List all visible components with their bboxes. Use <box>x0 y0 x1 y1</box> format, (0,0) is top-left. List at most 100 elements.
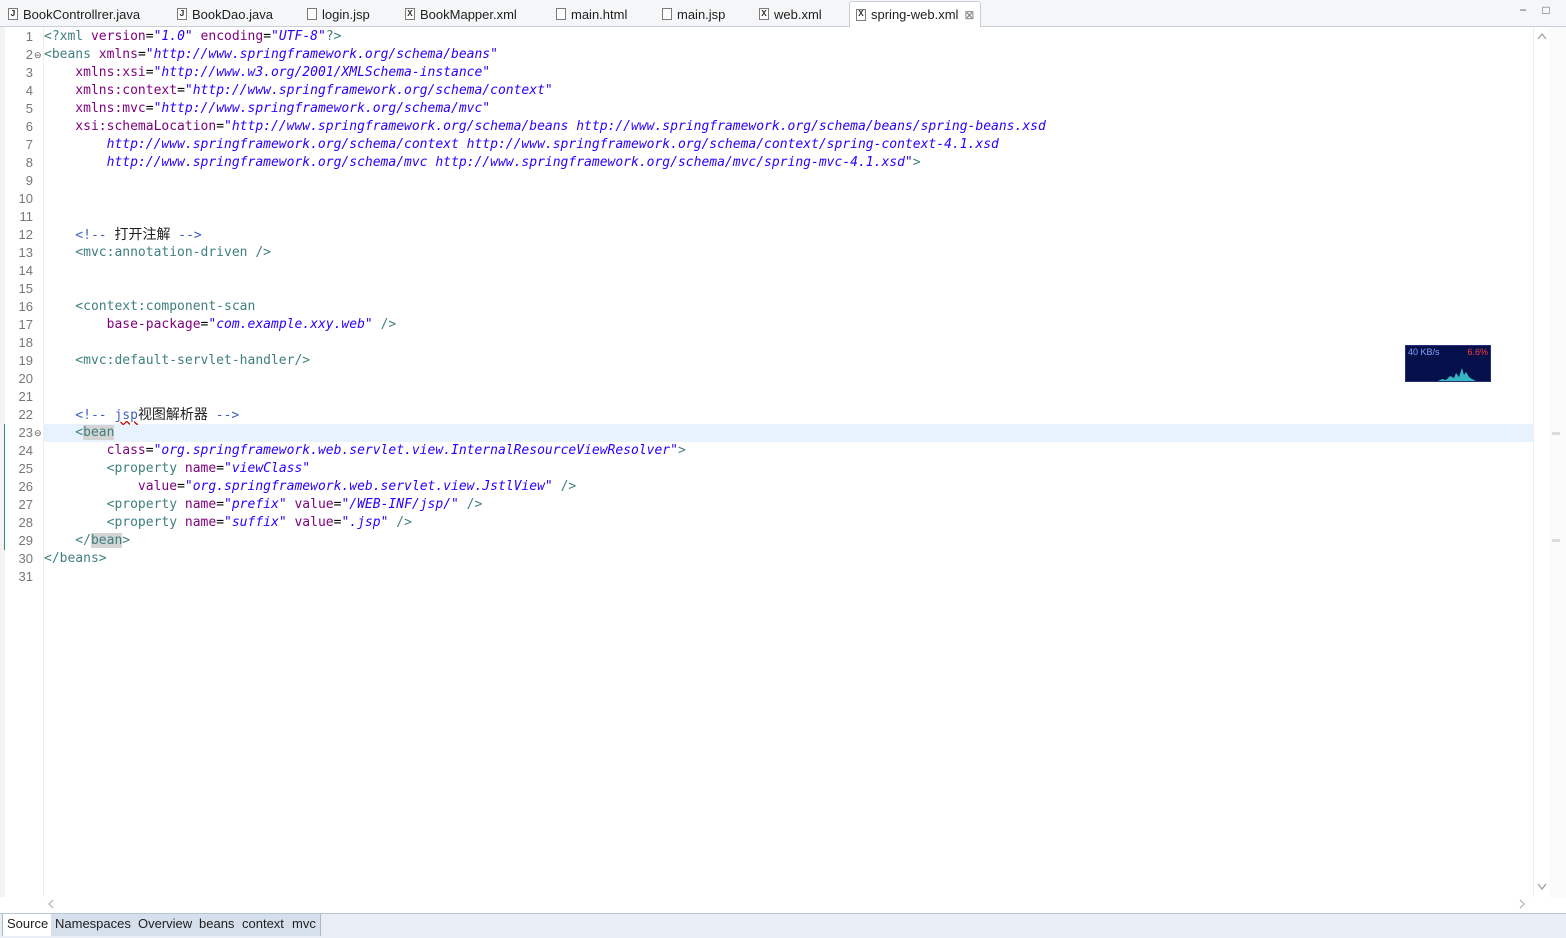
tab-bookcontrollrer-java[interactable]: J BookControllrer.java <box>8 2 140 26</box>
close-tab-icon[interactable]: ⊠ <box>964 8 974 22</box>
java-file-icon: J <box>8 8 18 20</box>
line-number: 22 <box>18 407 33 422</box>
line-number: 23 <box>18 425 33 440</box>
hscroll-arrows-icon <box>48 899 1525 909</box>
line-number: 15 <box>18 281 33 296</box>
code-line-27: <property name="prefix" value="/WEB-INF/… <box>44 497 483 512</box>
java-file-icon: J <box>177 8 187 20</box>
tab-mvc[interactable]: mvc <box>288 914 321 936</box>
line-number: 27 <box>18 497 33 512</box>
line-number: 7 <box>25 137 33 152</box>
code-line-24: class="org.springframework.web.servlet.v… <box>44 443 686 458</box>
line-number: 24 <box>18 443 33 458</box>
code-line-29: </bean> <box>44 533 131 548</box>
line-number: 29 <box>18 533 33 548</box>
tab-label: BookDao.java <box>192 6 273 22</box>
tab-label: spring-web.xml <box>871 7 959 22</box>
scroll-arrows-icon <box>1537 32 1547 891</box>
tab-web-xml[interactable]: X web.xml <box>759 2 822 26</box>
tab-main-jsp[interactable]: main.jsp <box>662 2 725 26</box>
network-monitor-widget[interactable]: 40 KB/s 6.6% <box>1405 345 1491 382</box>
tab-label: main.html <box>571 6 628 22</box>
line-number: 26 <box>18 479 33 494</box>
line-number: 5 <box>25 101 33 116</box>
code-line-26: value="org.springframework.web.servlet.v… <box>44 479 577 494</box>
tab-overview[interactable]: Overview <box>134 914 198 936</box>
code-line-22: <!-- jsp视图解析器 --> <box>44 407 240 423</box>
line-number: 18 <box>18 335 33 350</box>
minimize-icon[interactable]: − <box>1517 4 1529 16</box>
html-file-icon <box>556 8 566 20</box>
tab-context[interactable]: context <box>238 914 289 936</box>
maximize-icon[interactable]: □ <box>1540 4 1552 16</box>
code-line-7: http://www.springframework.org/schema/co… <box>44 137 999 152</box>
line-number: 13 <box>18 245 33 260</box>
code-line-6: xsi:schemaLocation="http://www.springfra… <box>44 119 1046 134</box>
code-line-30: </beans> <box>44 551 107 566</box>
line-number: 25 <box>18 461 33 476</box>
line-number: 30 <box>18 551 33 566</box>
code-line-25: <property name="viewClass" <box>44 461 311 476</box>
tab-namespaces[interactable]: Namespaces <box>51 914 136 936</box>
tab-source[interactable]: Source <box>2 914 54 936</box>
line-number: 20 <box>18 371 33 386</box>
fold-collapse-icon[interactable]: ⊖ <box>34 424 42 442</box>
eclipse-editor-window: J BookControllrer.java J BookDao.java lo… <box>0 0 1566 938</box>
code-line-1: <?xml version="1.0" encoding="UTF-8"?> <box>44 29 342 44</box>
line-number-ruler: 1 2 ⊖ 3 4 5 6 7 8 9 10 11 12 13 14 15 16… <box>5 27 44 897</box>
xml-source-editor[interactable]: 1 2 ⊖ 3 4 5 6 7 8 9 10 11 12 13 14 15 16… <box>0 27 1566 913</box>
line-number: 6 <box>25 119 33 134</box>
line-number: 10 <box>18 191 33 206</box>
vertical-scrollbar[interactable] <box>1533 27 1550 897</box>
code-line-28: <property name="suffix" value=".jsp" /> <box>44 515 412 530</box>
overview-ruler[interactable] <box>1549 27 1566 897</box>
overview-marks-icon <box>1552 432 1560 542</box>
tab-bookdao-java[interactable]: J BookDao.java <box>177 2 273 26</box>
line-number: 8 <box>25 155 33 170</box>
tab-label: main.jsp <box>677 6 726 22</box>
line-number: 19 <box>18 353 33 368</box>
line-number: 28 <box>18 515 33 530</box>
code-line-2: <beans xmlns="http://www.springframework… <box>44 47 498 62</box>
code-line-8: http://www.springframework.org/schema/mv… <box>44 155 921 170</box>
code-line-12: <!-- 打开注解 --> <box>44 227 202 243</box>
jsp-file-icon <box>307 8 317 20</box>
jsp-file-icon <box>662 8 672 20</box>
code-line-16: <context:component-scan <box>44 299 256 314</box>
tab-spring-web-xml[interactable]: X spring-web.xml ⊠ <box>849 1 982 28</box>
code-line-23: <bean <box>44 425 115 440</box>
line-number: 17 <box>18 317 33 332</box>
line-number: 16 <box>18 299 33 314</box>
tab-beans[interactable]: beans <box>195 914 240 936</box>
fold-collapse-icon[interactable]: ⊖ <box>34 46 42 64</box>
code-line-19: <mvc:default-servlet-handler/> <box>44 353 311 368</box>
line-number: 21 <box>18 389 33 404</box>
tab-bookmapper-xml[interactable]: X BookMapper.xml <box>405 2 517 26</box>
editor-page-tabs: Source Namespaces Overview beans context… <box>0 913 1566 938</box>
code-line-5: xmlns:mvc="http://www.springframework.or… <box>44 101 491 116</box>
line-number: 9 <box>25 173 33 188</box>
xml-file-icon: X <box>405 8 415 20</box>
code-line-4: xmlns:context="http://www.springframewor… <box>44 83 553 98</box>
code-text-area[interactable]: <?xml version="1.0" encoding="UTF-8"?> <… <box>44 27 1533 897</box>
line-number: 11 <box>19 209 34 224</box>
xml-file-icon: X <box>759 8 769 20</box>
line-number: 3 <box>25 65 33 80</box>
traffic-graph-icon <box>1438 368 1476 381</box>
tab-label: BookControllrer.java <box>23 6 141 22</box>
code-line-17: base-package="com.example.xxy.web" /> <box>44 317 397 332</box>
xml-file-icon: X <box>856 8 866 21</box>
tab-label: login.jsp <box>322 6 370 22</box>
line-number: 2 <box>25 47 33 62</box>
line-number: 31 <box>18 569 33 584</box>
line-number: 12 <box>18 227 33 242</box>
line-number: 14 <box>18 263 33 278</box>
line-number: 4 <box>25 83 33 98</box>
horizontal-scrollbar[interactable] <box>44 897 1533 913</box>
tab-label: web.xml <box>774 6 822 22</box>
tab-login-jsp[interactable]: login.jsp <box>307 2 370 26</box>
code-line-13: <mvc:annotation-driven /> <box>44 245 271 260</box>
editor-tab-bar: J BookControllrer.java J BookDao.java lo… <box>0 0 1566 28</box>
tab-main-html[interactable]: main.html <box>556 2 627 26</box>
tab-label: BookMapper.xml <box>420 6 517 22</box>
